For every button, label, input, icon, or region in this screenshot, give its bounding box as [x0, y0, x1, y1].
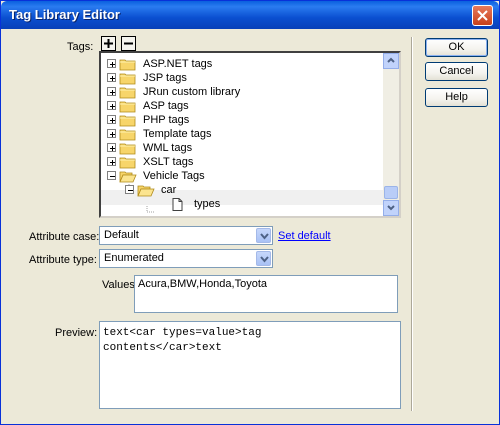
tree-item[interactable]: types — [101, 197, 383, 211]
arrow-down-icon — [387, 205, 395, 211]
chevron-down-icon — [260, 256, 269, 263]
attribute-case-select[interactable]: Default — [99, 226, 273, 245]
remove-tag-button[interactable] — [121, 36, 136, 51]
attribute-type-select[interactable]: Enumerated — [99, 249, 273, 268]
attribute-type-label: Attribute type: — [29, 254, 97, 266]
tree-item-label: WML tags — [143, 142, 193, 154]
cancel-button[interactable]: Cancel — [425, 62, 488, 81]
tree-item[interactable]: XSLT tags — [101, 155, 383, 169]
help-button[interactable]: Help — [425, 88, 488, 107]
arrow-up-icon — [387, 57, 395, 63]
tree-item-label: Template tags — [143, 128, 212, 140]
attribute-case-value: Default — [104, 229, 139, 241]
tree-item[interactable]: PHP tags — [101, 113, 383, 127]
expand-icon[interactable] — [107, 115, 116, 124]
minus-icon — [124, 42, 133, 45]
expand-icon[interactable] — [107, 87, 116, 96]
tree-item-label: types — [194, 198, 221, 210]
tree-item[interactable]: ASP.NET tags — [101, 57, 383, 71]
tree-scrollbar[interactable] — [383, 53, 399, 216]
preview-text: text<car types=value>tag contents</car>t… — [103, 327, 262, 354]
tree-item-label: Vehicle Tags — [143, 170, 205, 182]
collapse-icon[interactable] — [107, 171, 116, 180]
collapse-icon[interactable] — [125, 185, 134, 194]
tree-item[interactable]: JRun custom library — [101, 85, 383, 99]
tree-item-label: PHP tags — [143, 114, 190, 126]
tree-item[interactable]: car — [101, 183, 383, 197]
attribute-case-dropdown-button[interactable] — [256, 228, 271, 243]
tags-tree[interactable]: ASP.NET tags JSP tags JRun custom library A… — [99, 51, 401, 218]
tree-item-label: ASP.NET tags — [143, 58, 213, 70]
scroll-thumb[interactable] — [384, 186, 398, 199]
expand-icon[interactable] — [107, 157, 116, 166]
scroll-up-button[interactable] — [383, 53, 399, 69]
scroll-down-button[interactable] — [383, 200, 399, 216]
tree-item-label: JRun custom library — [143, 86, 241, 98]
tags-label: Tags: — [67, 41, 94, 53]
window-title: Tag Library Editor — [9, 7, 120, 22]
tag-library-editor-dialog: Tag Library Editor Tags: ASP.NET tags JSP… — [0, 0, 500, 425]
values-label: Values: — [102, 279, 138, 291]
expand-icon[interactable] — [107, 101, 116, 110]
tree-item-label: car — [161, 184, 177, 196]
expand-icon[interactable] — [107, 59, 116, 68]
tree-item-label: JSP tags — [143, 72, 187, 84]
attribute-type-dropdown-button[interactable] — [256, 251, 271, 266]
tree-item-label: XSLT tags — [143, 156, 194, 168]
plus-icon — [104, 39, 113, 48]
chevron-down-icon — [260, 233, 269, 240]
tree-item[interactable]: Template tags — [101, 127, 383, 141]
attribute-case-label: Attribute case: — [29, 231, 100, 243]
values-input[interactable]: Acura,BMW,Honda,Toyota — [134, 275, 398, 313]
tree-item-label: ASP tags — [143, 100, 189, 112]
tree-item[interactable]: Vehicle Tags — [101, 169, 383, 183]
expand-icon[interactable] — [107, 73, 116, 82]
attribute-type-value: Enumerated — [104, 252, 164, 264]
close-button[interactable] — [472, 5, 493, 26]
tree-item[interactable]: ASP tags — [101, 99, 383, 113]
expand-icon[interactable] — [107, 129, 116, 138]
vertical-divider — [411, 37, 413, 411]
close-icon — [477, 10, 488, 21]
document-icon — [172, 198, 183, 215]
set-default-link[interactable]: Set default — [278, 230, 331, 242]
preview-label: Preview: — [55, 327, 98, 339]
add-tag-button[interactable] — [101, 36, 116, 51]
ok-button[interactable]: OK — [425, 38, 488, 57]
title-bar[interactable]: Tag Library Editor — [1, 1, 499, 29]
tree-item[interactable]: JSP tags — [101, 71, 383, 85]
tree-item[interactable]: WML tags — [101, 141, 383, 155]
expand-icon[interactable] — [107, 143, 116, 152]
